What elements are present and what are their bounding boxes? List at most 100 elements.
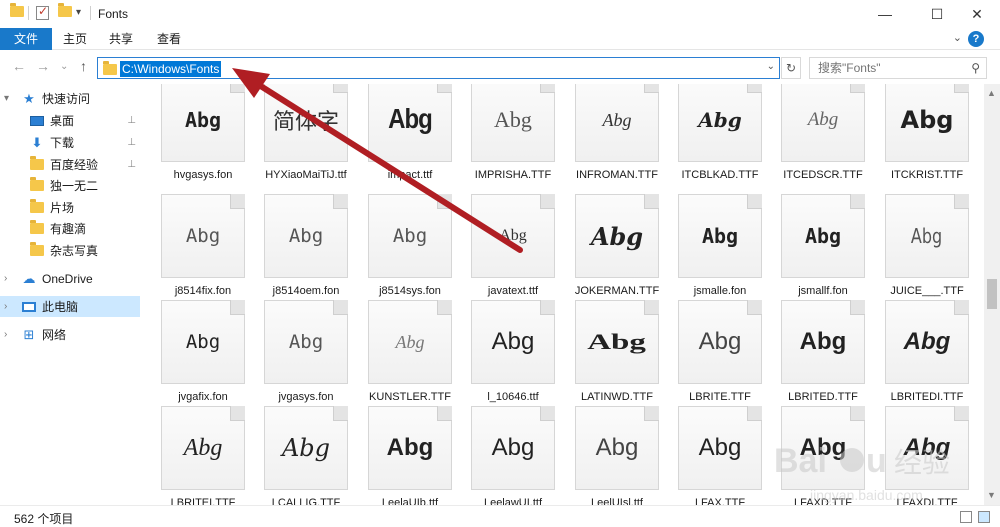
sidebar-item-label: 桌面 <box>50 114 75 128</box>
sidebar-item[interactable]: 此电脑 › <box>0 296 140 317</box>
large-icons-view-icon[interactable] <box>978 511 990 523</box>
new-folder-icon[interactable] <box>58 3 72 17</box>
page-fold <box>954 84 969 93</box>
font-file-item[interactable]: Abg JUICE___.TTF <box>870 194 974 312</box>
search-input[interactable] <box>810 58 960 78</box>
file-name: ITCBLKAD.TTF <box>681 169 759 181</box>
pc-icon <box>22 301 36 313</box>
sidebar-item[interactable]: ⬇ 下载 ⊥ <box>0 132 140 153</box>
font-file-item[interactable]: Abg LCALLIG.TTF <box>249 406 353 505</box>
tab-view[interactable]: 查看 <box>150 28 188 50</box>
customize-toolbar-icon[interactable]: ▾ <box>76 7 81 18</box>
font-file-item[interactable]: Abg LeelawUI.ttf <box>456 406 560 505</box>
ribbon-expand-icon[interactable]: ⌄ <box>953 31 962 44</box>
sidebar-item[interactable]: ⊞ 网络 › <box>0 324 140 345</box>
details-view-icon[interactable] <box>960 511 972 523</box>
sidebar-item[interactable]: ★ 快速访问 ▾ <box>0 88 140 109</box>
status-bar: 562 个项目 <box>0 505 1000 527</box>
font-file-item[interactable]: Abg LBRITEDI.TTF <box>870 300 974 418</box>
help-icon[interactable]: ? <box>968 31 984 47</box>
font-file-item[interactable]: Abg ITCBLKAD.TTF <box>663 84 767 196</box>
page-fold <box>230 406 245 421</box>
tab-share[interactable]: 共享 <box>102 28 140 50</box>
file-name: jvgafix.fon <box>178 391 228 403</box>
font-file-item[interactable]: Abg LFAXDI.TTF <box>870 406 974 505</box>
font-file-item[interactable]: Abg jvgasys.fon <box>249 300 353 418</box>
font-file-item[interactable]: Abg j8514oem.fon <box>249 194 353 312</box>
font-file-item[interactable]: Abg j8514fix.fon <box>146 194 250 312</box>
file-name: JOKERMAN.TTF <box>574 285 660 297</box>
font-sample-preview: Abg <box>698 108 742 132</box>
font-file-item[interactable]: Abg jsmallf.fon <box>766 194 870 312</box>
sidebar-item[interactable]: 百度经验 ⊥ <box>0 154 140 175</box>
sidebar-item[interactable]: 片场 <box>0 197 140 218</box>
font-file-item[interactable]: Abg LFAX.TTF <box>663 406 767 505</box>
search-icon[interactable]: ⚲ <box>971 61 980 75</box>
font-file-item[interactable]: Abg ITCKRIST.TTF <box>870 84 974 196</box>
scroll-down-icon[interactable]: ▼ <box>987 490 996 500</box>
scroll-up-icon[interactable]: ▲ <box>987 88 996 98</box>
font-file-item[interactable]: Abg INFROMAN.TTF <box>560 84 664 196</box>
search-box[interactable]: ⚲ <box>809 57 987 79</box>
expand-chevron-icon[interactable]: › <box>4 273 7 284</box>
sidebar-item[interactable]: 杂志写真 <box>0 240 140 261</box>
font-file-item[interactable]: Abg l_10646.ttf <box>456 300 560 418</box>
font-file-item[interactable]: Abg LBRITE.TTF <box>663 300 767 418</box>
font-file-item[interactable]: Abg javatext.ttf <box>456 194 560 312</box>
sidebar-item[interactable]: 有趣滴 <box>0 218 140 239</box>
recent-locations-button[interactable]: ⌄ <box>60 61 68 72</box>
address-path[interactable]: C:\Windows\Fonts <box>120 61 222 77</box>
expand-chevron-icon[interactable]: › <box>4 329 7 340</box>
refresh-button[interactable]: ↻ <box>781 57 801 79</box>
font-file-item[interactable]: Abg LBRITEI.TTF <box>146 406 250 505</box>
font-file-item[interactable]: Abg IMPRISHA.TTF <box>456 84 560 196</box>
tab-file[interactable]: 文件 <box>0 28 52 50</box>
font-sample-preview: Abg <box>799 328 847 355</box>
close-button[interactable]: ✕ <box>954 0 1000 28</box>
sidebar-item-label: 下载 <box>50 136 75 150</box>
minimize-button[interactable]: — <box>862 0 908 28</box>
font-file-item[interactable]: Abg LeelaUIb.ttf <box>353 406 457 505</box>
font-sample-preview: Abg <box>499 227 527 244</box>
font-file-item[interactable]: Abg LBRITED.TTF <box>766 300 870 418</box>
sidebar-item[interactable]: ☁ OneDrive › <box>0 268 140 289</box>
font-file-item[interactable]: Abg impact.ttf <box>353 84 457 196</box>
folder-icon <box>30 199 44 214</box>
font-file-item[interactable]: Abg LeelUIsl.ttf <box>560 406 664 505</box>
page-fold <box>333 194 348 209</box>
font-file-item[interactable]: 简体字 HYXiaoMaiTiJ.ttf <box>249 84 353 196</box>
font-file-item[interactable]: Abg ITCEDSCR.TTF <box>766 84 870 196</box>
sidebar-item[interactable]: 桌面 ⊥ <box>0 110 140 131</box>
properties-icon[interactable] <box>36 4 49 20</box>
back-button[interactable]: ← <box>12 58 26 74</box>
font-file-item[interactable]: Abg LFAXD.TTF <box>766 406 870 505</box>
pin-icon: ⊥ <box>127 159 136 170</box>
expand-chevron-icon[interactable]: ▾ <box>4 93 9 104</box>
page-fold <box>644 300 659 315</box>
up-button[interactable]: ↑ <box>80 58 87 74</box>
vertical-scrollbar[interactable]: ▲ ▼ <box>984 84 1000 505</box>
font-sample-preview: Abg <box>602 109 632 130</box>
sidebar-item[interactable]: 独一无二 <box>0 175 140 196</box>
item-count: 562 个项目 <box>14 512 74 526</box>
font-file-item[interactable]: Abg KUNSTLER.TTF <box>353 300 457 418</box>
font-file-item[interactable]: Abg jvgafix.fon <box>146 300 250 418</box>
file-name: LCALLIG.TTF <box>271 497 341 505</box>
font-sample-preview: Abg <box>900 106 954 134</box>
scrollbar-thumb[interactable] <box>987 279 997 309</box>
font-sample-preview: Abg <box>281 434 331 462</box>
font-file-item[interactable]: Abg jsmalle.fon <box>663 194 767 312</box>
file-name: LBRITEDI.TTF <box>890 391 964 403</box>
font-file-item[interactable]: Abg hvgasys.fon <box>146 84 250 196</box>
font-file-item[interactable]: Abg LATINWD.TTF <box>560 300 664 418</box>
font-sample-preview: Abg <box>491 434 535 461</box>
page-fold <box>540 300 555 315</box>
address-dropdown-icon[interactable]: ⌄ <box>767 61 775 72</box>
font-file-icon: 简体字 <box>264 84 348 162</box>
tab-home[interactable]: 主页 <box>56 28 94 50</box>
font-file-item[interactable]: Abg j8514sys.fon <box>353 194 457 312</box>
font-file-item[interactable]: Abg JOKERMAN.TTF <box>560 194 664 312</box>
expand-chevron-icon[interactable]: › <box>4 301 7 312</box>
forward-button[interactable]: → <box>36 58 50 74</box>
address-bar[interactable]: C:\Windows\Fonts ⌄ <box>97 57 780 79</box>
